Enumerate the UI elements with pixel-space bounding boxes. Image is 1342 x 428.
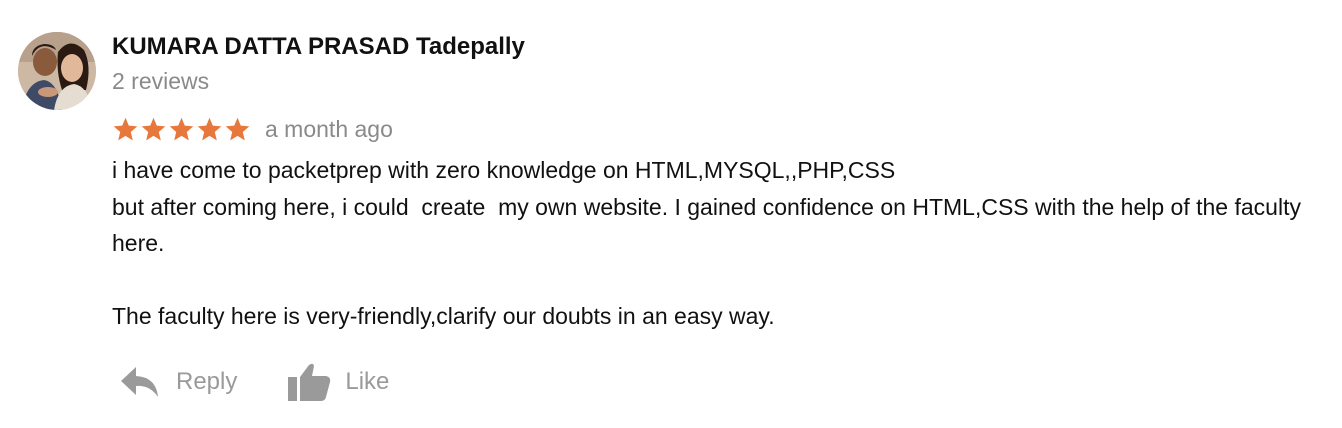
- review-time: a month ago: [265, 115, 393, 142]
- like-label: Like: [345, 368, 390, 395]
- rating-row: a month ago: [112, 113, 393, 145]
- review-text: i have come to packetprep with zero know…: [112, 152, 1322, 335]
- reply-arrow-icon: [121, 367, 158, 397]
- like-button[interactable]: Like: [287, 362, 389, 402]
- review-card: KUMARA DATTA PRASAD Tadepally 2 reviews …: [0, 0, 1342, 428]
- review-text-line: i have come to packetprep with zero know…: [112, 157, 896, 183]
- profile-photo-icon: [18, 32, 96, 110]
- star-icon: [113, 117, 138, 140]
- star-icon: [141, 117, 166, 140]
- review-actions: Reply Like: [120, 360, 389, 404]
- star-rating: [112, 116, 251, 143]
- reply-button[interactable]: Reply: [120, 365, 237, 399]
- star-icon: [225, 117, 250, 140]
- star-icon: [197, 117, 222, 140]
- star-icon: [169, 117, 194, 140]
- author-name[interactable]: KUMARA DATTA PRASAD Tadepally: [112, 33, 525, 61]
- review-text-paragraph: but after coming here, i could create my…: [112, 193, 1308, 257]
- thumbs-up-icon: [288, 363, 331, 401]
- review-count[interactable]: 2 reviews: [112, 68, 209, 95]
- review-text-paragraph: The faculty here is very-friendly,clarif…: [112, 303, 775, 329]
- avatar[interactable]: [18, 32, 96, 110]
- reply-label: Reply: [176, 368, 238, 395]
